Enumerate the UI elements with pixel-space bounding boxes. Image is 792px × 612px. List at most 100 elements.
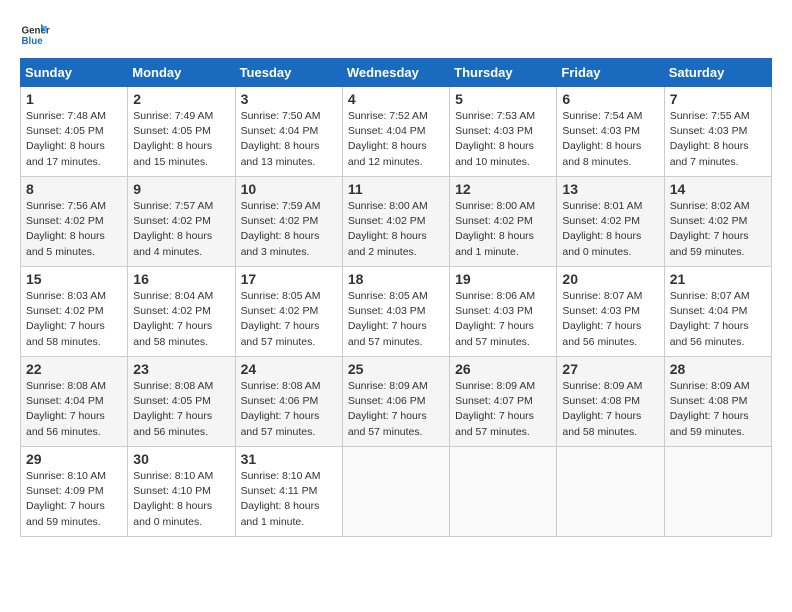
day-info: Sunrise: 8:08 AMSunset: 4:05 PMDaylight:… bbox=[133, 380, 213, 438]
day-number: 5 bbox=[455, 91, 551, 107]
calendar-header-tuesday: Tuesday bbox=[235, 59, 342, 87]
day-info: Sunrise: 8:04 AMSunset: 4:02 PMDaylight:… bbox=[133, 290, 213, 348]
day-number: 10 bbox=[241, 181, 337, 197]
calendar-table: SundayMondayTuesdayWednesdayThursdayFrid… bbox=[20, 58, 772, 537]
day-info: Sunrise: 7:52 AMSunset: 4:04 PMDaylight:… bbox=[348, 110, 428, 168]
day-number: 11 bbox=[348, 181, 444, 197]
day-number: 6 bbox=[562, 91, 658, 107]
day-info: Sunrise: 7:59 AMSunset: 4:02 PMDaylight:… bbox=[241, 200, 321, 258]
day-info: Sunrise: 8:05 AMSunset: 4:03 PMDaylight:… bbox=[348, 290, 428, 348]
day-number: 22 bbox=[26, 361, 122, 377]
day-number: 15 bbox=[26, 271, 122, 287]
calendar-cell: 29 Sunrise: 8:10 AMSunset: 4:09 PMDaylig… bbox=[21, 447, 128, 537]
day-info: Sunrise: 8:10 AMSunset: 4:11 PMDaylight:… bbox=[241, 470, 321, 528]
calendar-cell bbox=[342, 447, 449, 537]
day-info: Sunrise: 8:03 AMSunset: 4:02 PMDaylight:… bbox=[26, 290, 106, 348]
calendar-cell: 28 Sunrise: 8:09 AMSunset: 4:08 PMDaylig… bbox=[664, 357, 771, 447]
calendar-cell: 30 Sunrise: 8:10 AMSunset: 4:10 PMDaylig… bbox=[128, 447, 235, 537]
day-info: Sunrise: 8:06 AMSunset: 4:03 PMDaylight:… bbox=[455, 290, 535, 348]
day-info: Sunrise: 8:07 AMSunset: 4:04 PMDaylight:… bbox=[670, 290, 750, 348]
day-info: Sunrise: 8:09 AMSunset: 4:08 PMDaylight:… bbox=[562, 380, 642, 438]
calendar-cell bbox=[664, 447, 771, 537]
day-number: 9 bbox=[133, 181, 229, 197]
day-info: Sunrise: 7:50 AMSunset: 4:04 PMDaylight:… bbox=[241, 110, 321, 168]
day-info: Sunrise: 7:49 AMSunset: 4:05 PMDaylight:… bbox=[133, 110, 213, 168]
day-info: Sunrise: 8:10 AMSunset: 4:10 PMDaylight:… bbox=[133, 470, 213, 528]
calendar-cell: 27 Sunrise: 8:09 AMSunset: 4:08 PMDaylig… bbox=[557, 357, 664, 447]
day-number: 4 bbox=[348, 91, 444, 107]
day-number: 28 bbox=[670, 361, 766, 377]
calendar-cell bbox=[450, 447, 557, 537]
calendar-week-1: 1 Sunrise: 7:48 AMSunset: 4:05 PMDayligh… bbox=[21, 87, 772, 177]
calendar-cell: 22 Sunrise: 8:08 AMSunset: 4:04 PMDaylig… bbox=[21, 357, 128, 447]
day-info: Sunrise: 7:56 AMSunset: 4:02 PMDaylight:… bbox=[26, 200, 106, 258]
day-number: 3 bbox=[241, 91, 337, 107]
calendar-cell: 1 Sunrise: 7:48 AMSunset: 4:05 PMDayligh… bbox=[21, 87, 128, 177]
calendar-week-3: 15 Sunrise: 8:03 AMSunset: 4:02 PMDaylig… bbox=[21, 267, 772, 357]
calendar-cell: 18 Sunrise: 8:05 AMSunset: 4:03 PMDaylig… bbox=[342, 267, 449, 357]
calendar-header-saturday: Saturday bbox=[664, 59, 771, 87]
logo-icon: General Blue bbox=[20, 20, 50, 50]
calendar-cell: 3 Sunrise: 7:50 AMSunset: 4:04 PMDayligh… bbox=[235, 87, 342, 177]
calendar-cell: 24 Sunrise: 8:08 AMSunset: 4:06 PMDaylig… bbox=[235, 357, 342, 447]
day-number: 23 bbox=[133, 361, 229, 377]
calendar-cell: 14 Sunrise: 8:02 AMSunset: 4:02 PMDaylig… bbox=[664, 177, 771, 267]
calendar-cell: 31 Sunrise: 8:10 AMSunset: 4:11 PMDaylig… bbox=[235, 447, 342, 537]
day-info: Sunrise: 7:55 AMSunset: 4:03 PMDaylight:… bbox=[670, 110, 750, 168]
calendar-cell: 20 Sunrise: 8:07 AMSunset: 4:03 PMDaylig… bbox=[557, 267, 664, 357]
day-info: Sunrise: 8:08 AMSunset: 4:04 PMDaylight:… bbox=[26, 380, 106, 438]
day-number: 7 bbox=[670, 91, 766, 107]
day-number: 27 bbox=[562, 361, 658, 377]
calendar-cell: 23 Sunrise: 8:08 AMSunset: 4:05 PMDaylig… bbox=[128, 357, 235, 447]
logo: General Blue bbox=[20, 20, 50, 50]
calendar-cell: 17 Sunrise: 8:05 AMSunset: 4:02 PMDaylig… bbox=[235, 267, 342, 357]
day-info: Sunrise: 7:54 AMSunset: 4:03 PMDaylight:… bbox=[562, 110, 642, 168]
calendar-header-friday: Friday bbox=[557, 59, 664, 87]
calendar-cell bbox=[557, 447, 664, 537]
day-number: 8 bbox=[26, 181, 122, 197]
calendar-week-5: 29 Sunrise: 8:10 AMSunset: 4:09 PMDaylig… bbox=[21, 447, 772, 537]
calendar-cell: 19 Sunrise: 8:06 AMSunset: 4:03 PMDaylig… bbox=[450, 267, 557, 357]
day-info: Sunrise: 8:01 AMSunset: 4:02 PMDaylight:… bbox=[562, 200, 642, 258]
day-number: 30 bbox=[133, 451, 229, 467]
calendar-cell: 26 Sunrise: 8:09 AMSunset: 4:07 PMDaylig… bbox=[450, 357, 557, 447]
day-info: Sunrise: 8:00 AMSunset: 4:02 PMDaylight:… bbox=[455, 200, 535, 258]
day-number: 12 bbox=[455, 181, 551, 197]
day-info: Sunrise: 8:07 AMSunset: 4:03 PMDaylight:… bbox=[562, 290, 642, 348]
calendar-week-4: 22 Sunrise: 8:08 AMSunset: 4:04 PMDaylig… bbox=[21, 357, 772, 447]
calendar-header-monday: Monday bbox=[128, 59, 235, 87]
calendar-cell: 9 Sunrise: 7:57 AMSunset: 4:02 PMDayligh… bbox=[128, 177, 235, 267]
calendar-cell: 21 Sunrise: 8:07 AMSunset: 4:04 PMDaylig… bbox=[664, 267, 771, 357]
day-info: Sunrise: 7:48 AMSunset: 4:05 PMDaylight:… bbox=[26, 110, 106, 168]
day-info: Sunrise: 8:10 AMSunset: 4:09 PMDaylight:… bbox=[26, 470, 106, 528]
calendar-cell: 6 Sunrise: 7:54 AMSunset: 4:03 PMDayligh… bbox=[557, 87, 664, 177]
day-info: Sunrise: 8:09 AMSunset: 4:06 PMDaylight:… bbox=[348, 380, 428, 438]
calendar-cell: 10 Sunrise: 7:59 AMSunset: 4:02 PMDaylig… bbox=[235, 177, 342, 267]
day-info: Sunrise: 7:57 AMSunset: 4:02 PMDaylight:… bbox=[133, 200, 213, 258]
day-number: 26 bbox=[455, 361, 551, 377]
svg-text:Blue: Blue bbox=[22, 36, 44, 47]
calendar-cell: 13 Sunrise: 8:01 AMSunset: 4:02 PMDaylig… bbox=[557, 177, 664, 267]
calendar-cell: 7 Sunrise: 7:55 AMSunset: 4:03 PMDayligh… bbox=[664, 87, 771, 177]
header: General Blue bbox=[20, 20, 772, 50]
calendar-header-row: SundayMondayTuesdayWednesdayThursdayFrid… bbox=[21, 59, 772, 87]
day-info: Sunrise: 8:09 AMSunset: 4:07 PMDaylight:… bbox=[455, 380, 535, 438]
day-number: 1 bbox=[26, 91, 122, 107]
day-number: 25 bbox=[348, 361, 444, 377]
day-info: Sunrise: 8:05 AMSunset: 4:02 PMDaylight:… bbox=[241, 290, 321, 348]
calendar-week-2: 8 Sunrise: 7:56 AMSunset: 4:02 PMDayligh… bbox=[21, 177, 772, 267]
day-number: 31 bbox=[241, 451, 337, 467]
calendar-header-wednesday: Wednesday bbox=[342, 59, 449, 87]
day-number: 24 bbox=[241, 361, 337, 377]
day-info: Sunrise: 8:09 AMSunset: 4:08 PMDaylight:… bbox=[670, 380, 750, 438]
day-info: Sunrise: 8:08 AMSunset: 4:06 PMDaylight:… bbox=[241, 380, 321, 438]
calendar-cell: 16 Sunrise: 8:04 AMSunset: 4:02 PMDaylig… bbox=[128, 267, 235, 357]
day-number: 19 bbox=[455, 271, 551, 287]
day-number: 16 bbox=[133, 271, 229, 287]
day-number: 13 bbox=[562, 181, 658, 197]
calendar-header-thursday: Thursday bbox=[450, 59, 557, 87]
calendar-cell: 25 Sunrise: 8:09 AMSunset: 4:06 PMDaylig… bbox=[342, 357, 449, 447]
calendar-cell: 8 Sunrise: 7:56 AMSunset: 4:02 PMDayligh… bbox=[21, 177, 128, 267]
day-info: Sunrise: 8:00 AMSunset: 4:02 PMDaylight:… bbox=[348, 200, 428, 258]
calendar-cell: 12 Sunrise: 8:00 AMSunset: 4:02 PMDaylig… bbox=[450, 177, 557, 267]
